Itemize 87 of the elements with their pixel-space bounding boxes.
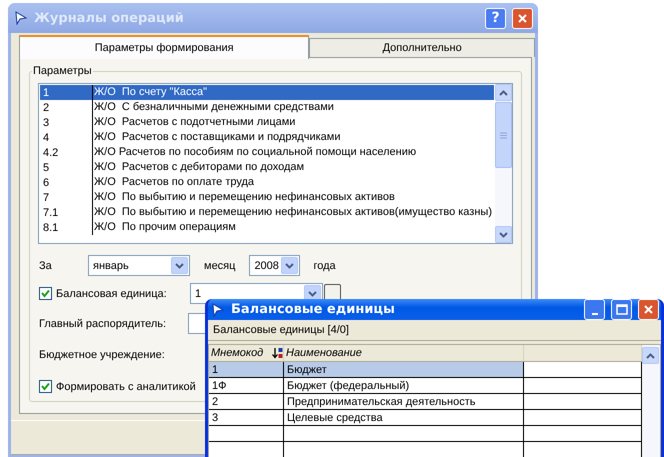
year-dropdown[interactable]: 2008 bbox=[249, 255, 300, 276]
checkbox-label: Формировать с аналитикой bbox=[56, 380, 196, 392]
grip-icon bbox=[500, 132, 507, 138]
field-label: Главный распорядитель: bbox=[39, 318, 168, 330]
code-cell: 1Ф bbox=[209, 378, 284, 393]
name-cell: Ж/О По выбытию и перемещению нефинансовых активов(имущество казны) bbox=[92, 205, 494, 220]
minimize-button[interactable] bbox=[584, 299, 605, 320]
list-row[interactable]: 4.2 Ж/О Расчетов по пособиям по социальной помощи населению bbox=[40, 145, 494, 160]
name-cell: Ж/О По счету "Касса" bbox=[92, 85, 494, 100]
check-icon bbox=[41, 289, 50, 298]
panel-caption: Балансовые единицы [4/0] bbox=[208, 320, 661, 341]
name-cell: Бюджет (федеральный) bbox=[284, 378, 524, 393]
code-cell-text: 1 bbox=[42, 86, 50, 98]
tab[interactable]: Дополнительно bbox=[309, 38, 535, 57]
name-cell: Ж/О По выбытию и перемещению нефинансовых активов bbox=[92, 190, 494, 205]
close-button[interactable] bbox=[512, 8, 533, 28]
name-cell: Ж/О Расчетов с подотчетными лицами bbox=[92, 115, 494, 130]
checkbox[interactable] bbox=[39, 380, 52, 393]
code-cell-text: 7 bbox=[42, 192, 50, 204]
dropdown-button[interactable] bbox=[171, 257, 188, 274]
name-cell: Ж/О По прочим операциям bbox=[92, 220, 494, 235]
header-label: Наименование bbox=[286, 347, 362, 359]
name-cell: Ж/О Расчетов с поставщиками и подрядчиками bbox=[92, 130, 494, 145]
chevron-up-icon bbox=[646, 352, 655, 358]
chevron-down-icon bbox=[499, 232, 508, 238]
list-row[interactable]: 3 Ж/О Расчетов с подотчетными лицами bbox=[40, 115, 494, 130]
name-cell: Ж/О Расчетов по пособиям по социальной помощи населению bbox=[92, 145, 494, 160]
list-row[interactable]: 1 Ж/О По счету "Касса" bbox=[40, 85, 494, 100]
field-label: За bbox=[39, 260, 53, 272]
app-icon bbox=[14, 11, 28, 25]
close-icon bbox=[642, 303, 655, 316]
list-row[interactable]: 8.1 Ж/О По прочим операциям bbox=[40, 220, 494, 235]
window-title: Балансовые единицы bbox=[231, 302, 396, 317]
code-cell-text: 8.1 bbox=[42, 222, 60, 234]
maximize-button[interactable] bbox=[611, 299, 632, 320]
field-label: месяц bbox=[204, 260, 236, 272]
sort-icon[interactable] bbox=[272, 347, 283, 359]
list-row[interactable]: 5 Ж/О Расчетов с дебиторами по доходам bbox=[40, 160, 494, 175]
minimize-icon bbox=[592, 313, 598, 315]
dropdown-button[interactable] bbox=[281, 257, 298, 274]
code-cell-text: 2 bbox=[42, 102, 50, 114]
group-title: Параметры bbox=[32, 65, 93, 77]
grid-row[interactable]: 2 Предпринимательская деятельность bbox=[209, 394, 642, 410]
column-header[interactable]: Наименование bbox=[284, 345, 524, 361]
field-label: года bbox=[313, 260, 336, 272]
grid-row[interactable]: 1 Бюджет bbox=[209, 362, 642, 378]
list-row[interactable]: 2 Ж/О С безналичными денежными средствами bbox=[40, 100, 494, 115]
name-cell: Ж/О С безналичными денежными средствами bbox=[92, 100, 494, 115]
code-cell-text: 7.1 bbox=[42, 206, 60, 218]
code-cell-text: 3 bbox=[42, 116, 50, 128]
name-cell: Ж/О Расчетов с дебиторами по доходам bbox=[92, 160, 494, 175]
chevron-down-icon bbox=[175, 262, 184, 268]
list-row[interactable]: 6 Ж/О Расчетов по оплате труда bbox=[40, 175, 494, 190]
field-label: Бюджетное учреждение: bbox=[39, 349, 165, 361]
code-cell: 2 bbox=[209, 394, 284, 409]
checkbox[interactable] bbox=[39, 287, 52, 300]
code-cell-text: 4 bbox=[42, 132, 50, 144]
grid-row[interactable]: 3 Целевые средства bbox=[209, 410, 642, 426]
list-row[interactable]: 4 Ж/О Расчетов с поставщиками и подрядчиками bbox=[40, 130, 494, 145]
close-icon bbox=[516, 12, 529, 24]
list-row[interactable]: 7.1 Ж/О По выбытию и перемещению нефинансовых активов(имущество казны) bbox=[40, 205, 494, 220]
chevron-up-icon bbox=[499, 90, 508, 96]
code-cell-text: 6 bbox=[42, 176, 50, 188]
help-button[interactable]: ? bbox=[485, 8, 506, 28]
maximize-icon bbox=[615, 303, 628, 316]
month-dropdown[interactable]: январь bbox=[88, 255, 190, 276]
list-row[interactable]: 7 Ж/О По выбытию и перемещению нефинансовых активов bbox=[40, 190, 494, 205]
scrollbar[interactable] bbox=[495, 84, 512, 243]
code-cell: 3 bbox=[209, 410, 284, 425]
column-header[interactable]: Мнемокод bbox=[209, 345, 284, 361]
checkbox-label: Балансовая единица: bbox=[56, 288, 168, 300]
name-cell: Ж/О Расчетов по оплате труда bbox=[92, 175, 494, 190]
chevron-down-icon bbox=[308, 290, 317, 296]
tab[interactable]: Параметры формирования bbox=[19, 35, 310, 59]
name-cell: Целевые средства bbox=[284, 410, 524, 425]
code-cell-text: 5 bbox=[42, 162, 50, 174]
code-cell: 1 bbox=[209, 362, 284, 377]
window-title: Журналы операций bbox=[34, 10, 185, 26]
close-button[interactable] bbox=[638, 299, 659, 320]
header-label: Мнемокод bbox=[211, 347, 264, 359]
name-cell: Предпринимательская деятельность bbox=[284, 394, 524, 409]
name-cell: Бюджет bbox=[284, 362, 524, 377]
scrollbar[interactable] bbox=[642, 345, 660, 457]
chevron-down-icon bbox=[285, 262, 294, 268]
code-cell-text: 4.2 bbox=[42, 146, 60, 158]
check-icon bbox=[41, 382, 50, 391]
grid-row[interactable]: 1Ф Бюджет (федеральный) bbox=[209, 378, 642, 394]
